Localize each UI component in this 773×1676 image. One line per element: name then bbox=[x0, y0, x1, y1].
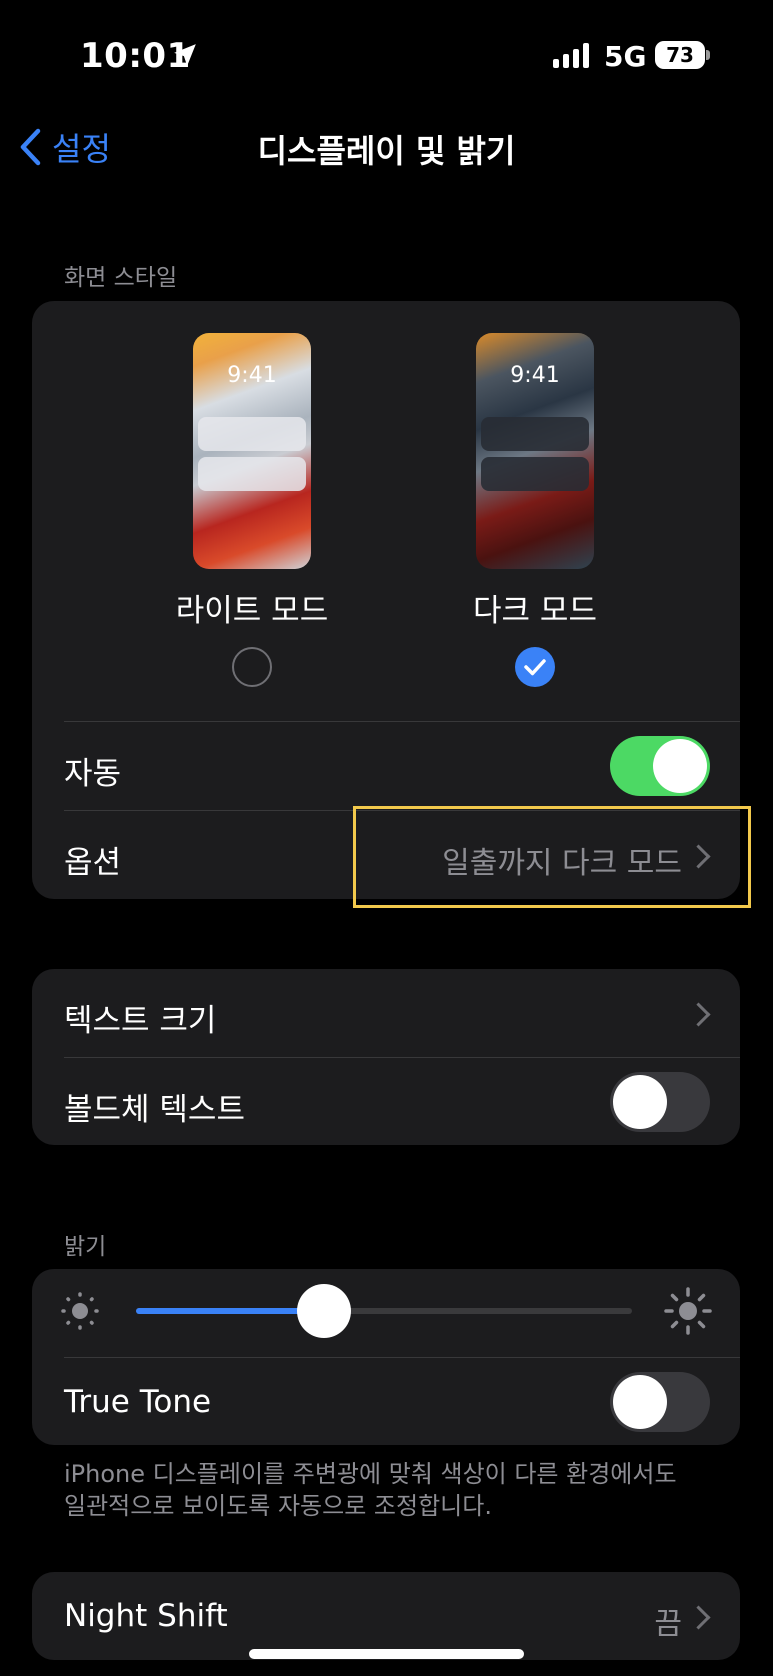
back-button[interactable]: 설정 bbox=[18, 124, 111, 170]
light-mode-label: 라이트 모드 bbox=[175, 593, 329, 629]
brightness-slider-thumb[interactable] bbox=[297, 1284, 352, 1338]
highlight-box bbox=[353, 806, 751, 908]
appearance-header: 화면 스타일 bbox=[64, 265, 178, 291]
brightness-card: True Tone bbox=[32, 1269, 740, 1445]
options-label: 옵션 bbox=[64, 845, 122, 881]
battery-nub bbox=[706, 50, 710, 60]
sun-large-icon bbox=[664, 1287, 712, 1335]
chevron-right-icon bbox=[686, 1605, 711, 1630]
chevron-right-icon bbox=[686, 1002, 711, 1027]
bold-text-toggle[interactable] bbox=[610, 1072, 710, 1132]
home-indicator bbox=[249, 1649, 524, 1659]
bold-text-row: 볼드체 텍스트 bbox=[32, 1058, 740, 1145]
preview-time: 9:41 bbox=[510, 363, 560, 388]
brightness-slider-fill bbox=[136, 1308, 325, 1314]
bold-text-label: 볼드체 텍스트 bbox=[64, 1092, 245, 1128]
preview-notification bbox=[198, 417, 306, 451]
back-label: 설정 bbox=[52, 130, 111, 168]
preview-notification bbox=[481, 457, 589, 491]
dark-mode-label: 다크 모드 bbox=[473, 593, 597, 629]
night-shift-card: Night Shift 끔 bbox=[32, 1572, 740, 1660]
automatic-row: 자동 bbox=[32, 722, 740, 810]
true-tone-footnote: iPhone 디스플레이를 주변광에 맞춰 색상이 다른 환경에서도 일관적으로… bbox=[64, 1460, 677, 1520]
automatic-toggle[interactable] bbox=[610, 736, 710, 796]
network-type: 5G bbox=[604, 40, 647, 73]
location-arrow-icon bbox=[174, 44, 196, 66]
preview-time: 9:41 bbox=[227, 363, 277, 388]
cellular-signal-icon bbox=[553, 42, 589, 68]
true-tone-label: True Tone bbox=[64, 1384, 212, 1420]
light-mode-radio[interactable] bbox=[232, 647, 272, 687]
night-shift-label: Night Shift bbox=[64, 1598, 228, 1634]
checkmark-icon bbox=[524, 659, 546, 676]
true-tone-toggle[interactable] bbox=[610, 1372, 710, 1432]
text-card: 텍스트 크기 볼드체 텍스트 bbox=[32, 969, 740, 1145]
dark-mode-radio[interactable] bbox=[515, 647, 555, 687]
night-shift-value: 끔 bbox=[654, 1607, 682, 1642]
text-size-row[interactable]: 텍스트 크기 bbox=[32, 969, 740, 1057]
brightness-header: 밝기 bbox=[64, 1234, 107, 1260]
night-shift-row[interactable]: Night Shift 끔 bbox=[32, 1572, 740, 1660]
sun-small-icon bbox=[61, 1292, 99, 1330]
toggle-knob bbox=[613, 1375, 667, 1429]
automatic-label: 자동 bbox=[64, 756, 122, 792]
battery-icon: 73 bbox=[655, 41, 705, 69]
text-size-label: 텍스트 크기 bbox=[64, 1003, 217, 1039]
dark-mode-preview[interactable]: 9:41 bbox=[476, 333, 594, 569]
toggle-knob bbox=[613, 1075, 667, 1129]
light-mode-preview[interactable]: 9:41 bbox=[193, 333, 311, 569]
toggle-knob bbox=[653, 739, 707, 793]
true-tone-row: True Tone bbox=[32, 1358, 740, 1445]
page-title: 디스플레이 및 밝기 bbox=[257, 132, 516, 170]
chevron-left-icon bbox=[20, 128, 41, 166]
preview-notification bbox=[198, 457, 306, 491]
preview-notification bbox=[481, 417, 589, 451]
